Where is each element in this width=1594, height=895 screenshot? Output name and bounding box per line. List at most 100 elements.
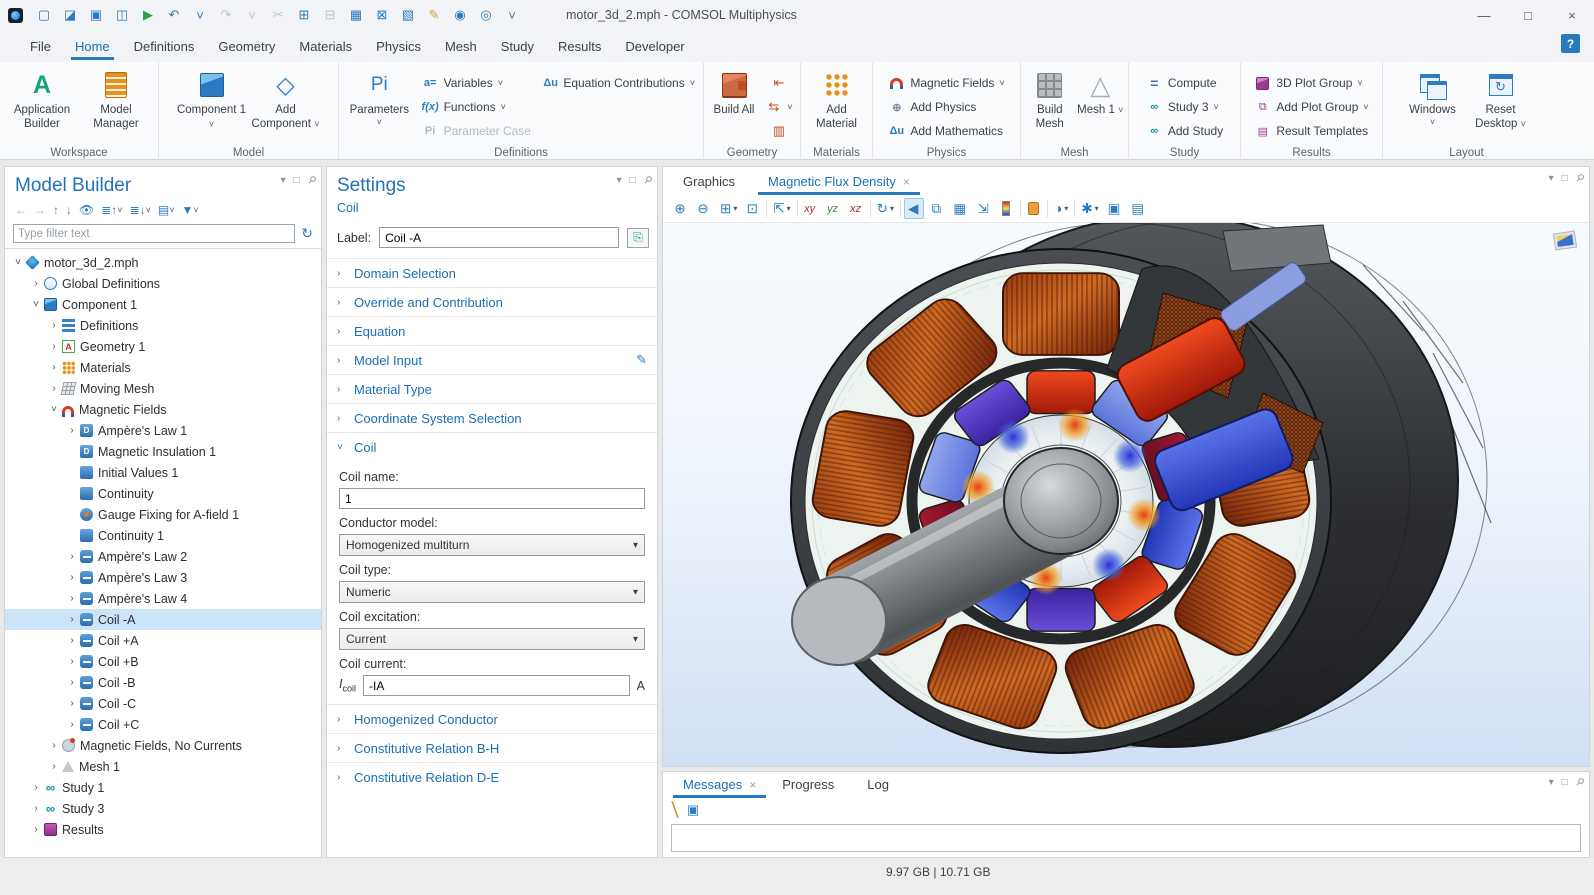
section-homogenized-conductor[interactable]: › Homogenized Conductor — [327, 704, 657, 733]
redo-dropdown-icon[interactable]: ˅ — [241, 5, 263, 25]
tree-item[interactable]: › Ampère's Law 3 — [5, 567, 321, 588]
panel-menu-icon[interactable]: ▾ — [281, 175, 286, 186]
tree-chevron-icon[interactable]: ˅ — [29, 299, 43, 310]
panel-menu-icon[interactable]: ▾ — [617, 175, 622, 186]
scene-color-icon[interactable]: ◑ ▾ — [1051, 198, 1071, 219]
add-component-button[interactable]: Add Component ˅ — [250, 66, 322, 142]
run-icon[interactable]: ▶ — [137, 5, 159, 25]
parameters-button[interactable]: Parameters ˅ — [343, 66, 416, 142]
3d-plot-group-button[interactable]: 3D Plot Group˅ — [1250, 71, 1372, 95]
new-file-icon[interactable]: ▢ — [33, 5, 55, 25]
panel-float-icon[interactable]: □ — [1562, 173, 1568, 184]
zoom-out-icon[interactable]: ⊖ — [694, 198, 714, 219]
panel-menu-icon[interactable]: ▾ — [1549, 777, 1554, 788]
tree-item[interactable]: › Ampère's Law 4 — [5, 588, 321, 609]
graphics-canvas[interactable] — [663, 223, 1589, 766]
tree-item[interactable]: Magnetic Insulation 1 — [5, 441, 321, 462]
tree-chevron-icon[interactable]: › — [47, 362, 61, 373]
menu-tab[interactable]: Mesh — [433, 32, 489, 60]
maximize-button[interactable]: □ — [1506, 0, 1550, 30]
save-icon[interactable]: ▣ — [85, 5, 107, 25]
undo-icon[interactable]: ↶ — [163, 5, 185, 25]
close-button[interactable]: × — [1550, 0, 1594, 30]
update-geometry-button[interactable]: ⇆˅ — [761, 95, 796, 119]
functions-button[interactable]: f(x) Functions˅ — [418, 95, 537, 119]
filter-input[interactable] — [13, 224, 295, 243]
coil-current-input[interactable] — [363, 675, 630, 696]
forward-icon[interactable]: → — [34, 203, 46, 217]
tree-item[interactable]: Continuity — [5, 483, 321, 504]
parameter-case-button[interactable]: Pi Parameter Case — [418, 119, 537, 143]
conductor-model-select[interactable]: Homogenized multiturn — [339, 534, 645, 556]
tree-chevron-icon[interactable]: › — [65, 572, 79, 583]
magnetic-fields-button[interactable]: Magnetic Fields˅ — [884, 71, 1008, 95]
menu-tab[interactable]: Home — [63, 32, 122, 60]
tree-item[interactable]: ˅ motor_3d_2.mph — [5, 252, 321, 273]
message-settings-icon[interactable]: ▣ — [687, 802, 699, 818]
tree-chevron-icon[interactable]: › — [65, 698, 79, 709]
save-preview-icon[interactable]: ◫ — [111, 5, 133, 25]
copy-icon[interactable]: ⊞ — [293, 5, 315, 25]
panel-float-icon[interactable]: □ — [630, 175, 636, 186]
tree-chevron-icon[interactable]: › — [65, 677, 79, 688]
section-coil[interactable]: ˅ Coil — [327, 432, 657, 461]
section-coordinate-system[interactable]: › Coordinate System Selection — [327, 403, 657, 432]
section-material-type[interactable]: › Material Type — [327, 374, 657, 403]
color-legend-icon[interactable] — [997, 198, 1017, 219]
tree-item[interactable]: › Coil +A — [5, 630, 321, 651]
tree-item[interactable]: › Ampère's Law 2 — [5, 546, 321, 567]
tree-chevron-icon[interactable]: › — [65, 593, 79, 604]
view-yz-icon[interactable]: yz — [824, 198, 844, 219]
tree-item[interactable]: Continuity 1 — [5, 525, 321, 546]
menu-tab[interactable]: Study — [489, 32, 546, 60]
model-tree-node-text-icon[interactable]: ▤˅ — [158, 203, 175, 217]
tree-item[interactable]: ˅ Magnetic Fields — [5, 399, 321, 420]
tree-item[interactable]: › Definitions — [5, 315, 321, 336]
transparency-icon[interactable]: ⧉ — [927, 198, 947, 219]
zoom-box-icon[interactable]: ⊞ ▾ — [717, 198, 740, 219]
section-domain-selection[interactable]: › Domain Selection — [327, 258, 657, 287]
tree-chevron-icon[interactable]: › — [65, 719, 79, 730]
tree-chevron-icon[interactable]: › — [47, 383, 61, 394]
tab-close-icon[interactable]: × — [749, 778, 756, 792]
panel-menu-icon[interactable]: ▾ — [1549, 173, 1554, 184]
toolbar-overflow-icon[interactable]: ˅ — [501, 5, 523, 25]
panel-float-icon[interactable]: □ — [294, 175, 300, 186]
add-mathematics-button[interactable]: Δu Add Mathematics — [884, 119, 1008, 143]
menu-tab[interactable]: Results — [546, 32, 613, 60]
find-replace-icon[interactable]: ◎ — [475, 5, 497, 25]
tree-item[interactable]: › Materials — [5, 357, 321, 378]
graphics-tab[interactable]: Magnetic Flux Density × — [756, 169, 922, 195]
snapshot-icon[interactable]: ▣ — [1105, 198, 1126, 219]
messages-tab[interactable]: Log — [855, 772, 908, 798]
windows-button[interactable]: Windows ˅ — [1400, 66, 1466, 142]
tree-chevron-icon[interactable]: ˅ — [11, 257, 25, 268]
study-3-button[interactable]: ∞ Study 3˅ — [1142, 95, 1227, 119]
view-xy-icon[interactable]: xy — [801, 198, 821, 219]
label-input[interactable] — [379, 227, 619, 248]
tree-item[interactable]: › Ampère's Law 1 — [5, 420, 321, 441]
menu-tab[interactable]: Developer — [613, 32, 696, 60]
expand-icon[interactable]: ≣↓˅ — [130, 203, 151, 217]
tree-chevron-icon[interactable]: › — [47, 740, 61, 751]
tree-chevron-icon[interactable]: › — [47, 761, 61, 772]
refresh-icon[interactable]: ↻ — [301, 225, 313, 242]
tree-item[interactable]: › Study 3 — [5, 798, 321, 819]
add-material-button[interactable]: Add Material — [806, 66, 868, 142]
open-file-icon[interactable]: ◪ — [59, 5, 81, 25]
mesh-1-button[interactable]: Mesh 1 ˅ — [1076, 66, 1124, 142]
tree-chevron-icon[interactable]: › — [47, 320, 61, 331]
section-constitutive-bh[interactable]: › Constitutive Relation B-H — [327, 733, 657, 762]
tree-item[interactable]: › Coil -B — [5, 672, 321, 693]
menu-tab[interactable]: Physics — [364, 32, 433, 60]
clear-messages-icon[interactable]: ╲ — [670, 802, 680, 819]
messages-output[interactable] — [671, 824, 1581, 852]
equation-contributions-button[interactable]: Δu Equation Contributions˅ — [539, 71, 699, 95]
compute-button[interactable]: = Compute — [1142, 71, 1227, 95]
messages-tab[interactable]: Messages × — [671, 772, 768, 798]
tree-chevron-icon[interactable]: › — [29, 824, 43, 835]
tree-chevron-icon[interactable]: › — [65, 614, 79, 625]
build-mesh-button[interactable]: Build Mesh — [1025, 66, 1074, 142]
minimize-button[interactable]: — — [1462, 0, 1506, 30]
variables-button[interactable]: a= Variables˅ — [418, 71, 537, 95]
